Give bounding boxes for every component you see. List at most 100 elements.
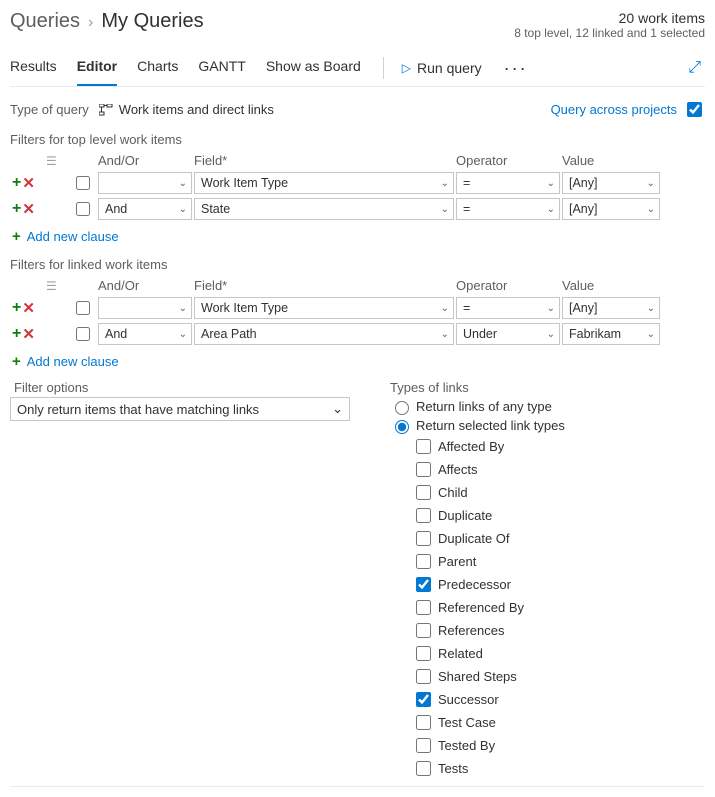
link-type-label: Affects bbox=[438, 462, 478, 477]
chevron-down-icon: ⌄ bbox=[647, 178, 655, 189]
link-type-checkbox[interactable] bbox=[416, 462, 431, 477]
andor-dropdown[interactable]: And⌄ bbox=[98, 198, 192, 220]
link-type-item[interactable]: Tests bbox=[390, 757, 705, 780]
link-type-item[interactable]: Referenced By bbox=[390, 596, 705, 619]
link-type-checkbox[interactable] bbox=[416, 554, 431, 569]
link-type-label: Related bbox=[438, 646, 483, 661]
radio-any-type-input[interactable] bbox=[395, 401, 409, 415]
clause-select-checkbox[interactable] bbox=[76, 327, 90, 341]
insert-clause-button[interactable]: + bbox=[12, 300, 21, 316]
col-value: Value bbox=[562, 278, 660, 293]
link-type-item[interactable]: Child bbox=[390, 481, 705, 504]
andor-dropdown[interactable]: ⌄ bbox=[98, 172, 192, 194]
field-dropdown[interactable]: Area Path⌄ bbox=[194, 323, 454, 345]
operator-dropdown[interactable]: Under⌄ bbox=[456, 323, 560, 345]
field-dropdown[interactable]: State⌄ bbox=[194, 198, 454, 220]
link-type-item[interactable]: Duplicate Of bbox=[390, 527, 705, 550]
tab-show-as-board[interactable]: Show as Board bbox=[266, 50, 361, 86]
operator-dropdown[interactable]: =⌄ bbox=[456, 198, 560, 220]
breadcrumb-current: My Queries bbox=[101, 10, 203, 33]
link-type-checkbox[interactable] bbox=[416, 439, 431, 454]
operator-dropdown[interactable]: =⌄ bbox=[456, 172, 560, 194]
clause-select-checkbox[interactable] bbox=[76, 202, 90, 216]
link-type-item[interactable]: References bbox=[390, 619, 705, 642]
field-dropdown[interactable]: Work Item Type⌄ bbox=[194, 297, 454, 319]
link-type-checkbox[interactable] bbox=[416, 508, 431, 523]
link-type-item[interactable]: Shared Steps bbox=[390, 665, 705, 688]
remove-clause-button[interactable]: ✕ bbox=[22, 176, 35, 191]
link-type-label: Referenced By bbox=[438, 600, 524, 615]
insert-clause-button[interactable]: + bbox=[12, 326, 21, 342]
link-type-checkbox[interactable] bbox=[416, 577, 431, 592]
clause-row: +✕ And⌄State⌄=⌄[Any]⌄ bbox=[10, 196, 705, 222]
link-type-label: Successor bbox=[438, 692, 499, 707]
query-across-projects-checkbox[interactable] bbox=[687, 102, 702, 117]
value-dropdown[interactable]: [Any]⌄ bbox=[562, 198, 660, 220]
link-type-checkbox[interactable] bbox=[416, 600, 431, 615]
radio-any-type[interactable]: Return links of any type bbox=[390, 397, 705, 416]
clause-select-checkbox[interactable] bbox=[76, 176, 90, 190]
clause-select-checkbox[interactable] bbox=[76, 301, 90, 315]
query-across-projects-label: Query across projects bbox=[551, 102, 677, 117]
tab-charts[interactable]: Charts bbox=[137, 50, 178, 86]
overflow-menu-button[interactable]: ··· bbox=[500, 58, 528, 79]
remove-clause-button[interactable]: ✕ bbox=[22, 327, 35, 342]
link-type-label: Child bbox=[438, 485, 468, 500]
col-field: Field* bbox=[194, 153, 454, 168]
link-type-item[interactable]: Test Case bbox=[390, 711, 705, 734]
fullscreen-button[interactable]: ⤢ bbox=[684, 59, 705, 77]
link-type-checkbox[interactable] bbox=[416, 623, 431, 638]
value-dropdown[interactable]: Fabrikam⌄ bbox=[562, 323, 660, 345]
link-type-label: Tested By bbox=[438, 738, 495, 753]
type-of-query-value[interactable]: Work items and direct links bbox=[119, 102, 274, 117]
chevron-down-icon: ⌄ bbox=[547, 303, 555, 314]
insert-clause-button[interactable]: + bbox=[12, 201, 21, 217]
link-type-item[interactable]: Parent bbox=[390, 550, 705, 573]
filter-options-select[interactable]: Only return items that have matching lin… bbox=[10, 397, 350, 421]
add-clause-top-button[interactable]: + Add new clause bbox=[10, 222, 705, 253]
col-field: Field* bbox=[194, 278, 454, 293]
link-type-checkbox[interactable] bbox=[416, 531, 431, 546]
link-type-item[interactable]: Related bbox=[390, 642, 705, 665]
insert-clause-button[interactable]: + bbox=[12, 175, 21, 191]
value-dropdown[interactable]: [Any]⌄ bbox=[562, 172, 660, 194]
remove-clause-button[interactable]: ✕ bbox=[22, 202, 35, 217]
link-type-label: Parent bbox=[438, 554, 476, 569]
link-type-checkbox[interactable] bbox=[416, 761, 431, 776]
link-type-item[interactable]: Tested By bbox=[390, 734, 705, 757]
breadcrumb-parent[interactable]: Queries bbox=[10, 10, 80, 33]
link-type-checkbox[interactable] bbox=[416, 738, 431, 753]
col-value: Value bbox=[562, 153, 660, 168]
link-type-item[interactable]: Successor bbox=[390, 688, 705, 711]
radio-selected-types-input[interactable] bbox=[395, 420, 409, 434]
tab-results[interactable]: Results bbox=[10, 50, 57, 86]
value-dropdown[interactable]: [Any]⌄ bbox=[562, 297, 660, 319]
andor-dropdown[interactable]: And⌄ bbox=[98, 323, 192, 345]
link-type-item[interactable]: Duplicate bbox=[390, 504, 705, 527]
link-type-item[interactable]: Predecessor bbox=[390, 573, 705, 596]
run-query-button[interactable]: ▷ Run query bbox=[402, 56, 482, 80]
field-dropdown[interactable]: Work Item Type⌄ bbox=[194, 172, 454, 194]
link-type-checkbox[interactable] bbox=[416, 646, 431, 661]
tab-gantt[interactable]: GANTT bbox=[198, 50, 245, 86]
link-type-label: Affected By bbox=[438, 439, 504, 454]
work-item-count: 20 work items 8 top level, 12 linked and… bbox=[514, 10, 705, 40]
chevron-down-icon: ⌄ bbox=[441, 178, 449, 189]
query-across-projects-toggle[interactable]: Query across projects bbox=[551, 99, 705, 120]
link-type-item[interactable]: Affected By bbox=[390, 435, 705, 458]
operator-dropdown[interactable]: =⌄ bbox=[456, 297, 560, 319]
col-andor: And/Or bbox=[98, 278, 192, 293]
radio-selected-types[interactable]: Return selected link types bbox=[390, 416, 705, 435]
link-type-label: Duplicate bbox=[438, 508, 492, 523]
link-type-item[interactable]: Affects bbox=[390, 458, 705, 481]
link-type-checkbox[interactable] bbox=[416, 715, 431, 730]
tab-editor[interactable]: Editor bbox=[77, 50, 117, 86]
link-type-checkbox[interactable] bbox=[416, 692, 431, 707]
andor-dropdown[interactable]: ⌄ bbox=[98, 297, 192, 319]
link-type-checkbox[interactable] bbox=[416, 669, 431, 684]
add-clause-linked-button[interactable]: + Add new clause bbox=[10, 347, 705, 378]
remove-clause-button[interactable]: ✕ bbox=[22, 301, 35, 316]
filter-options-selected: Only return items that have matching lin… bbox=[17, 402, 259, 417]
link-type-label: Predecessor bbox=[438, 577, 511, 592]
link-type-checkbox[interactable] bbox=[416, 485, 431, 500]
